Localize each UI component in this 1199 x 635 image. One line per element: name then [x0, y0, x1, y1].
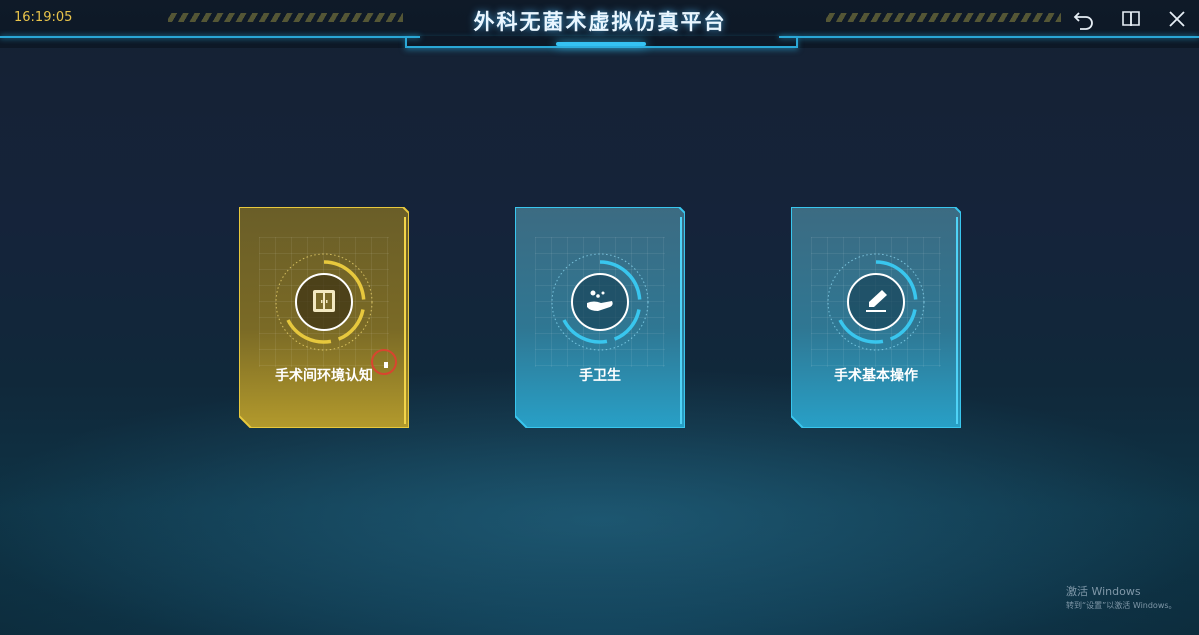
decor-title-glow — [556, 42, 646, 46]
book-icon — [1122, 11, 1140, 27]
decor-rail-right — [779, 36, 1199, 38]
watermark-line2: 转到“设置”以激活 Windows。 — [1066, 601, 1177, 610]
close-icon — [1169, 11, 1185, 27]
door-icon — [313, 290, 335, 312]
title-bar: 16:19:05 外科无菌术虚拟仿真平台 — [0, 0, 1199, 48]
hand-wash-icon — [587, 290, 613, 311]
decor-rail-left — [0, 36, 420, 38]
module-label: 手术基本操作 — [834, 368, 918, 384]
clock: 16:19:05 — [14, 10, 73, 25]
decor-stripes-left — [168, 13, 403, 22]
mouse-cursor — [371, 349, 397, 375]
close-button[interactable] — [1166, 8, 1188, 30]
decor-stripes-right — [826, 13, 1061, 22]
app-title: 外科无菌术虚拟仿真平台 — [473, 10, 727, 34]
windows-activation-watermark: 激活 Windows 转到“设置”以激活 Windows。 — [1066, 583, 1177, 611]
undo-icon — [1073, 12, 1093, 30]
module-card-basic-operations[interactable]: 手术基本操作 — [791, 207, 961, 428]
manual-button[interactable] — [1120, 8, 1142, 30]
watermark-line1: 激活 Windows — [1066, 585, 1141, 598]
back-button[interactable] — [1073, 8, 1095, 30]
module-label: 手卫生 — [579, 368, 621, 384]
module-card-environment[interactable]: 手术间环境认知 — [239, 207, 409, 428]
scalpel-icon — [866, 290, 887, 312]
module-card-hand-hygiene[interactable]: 手卫生 — [515, 207, 685, 428]
